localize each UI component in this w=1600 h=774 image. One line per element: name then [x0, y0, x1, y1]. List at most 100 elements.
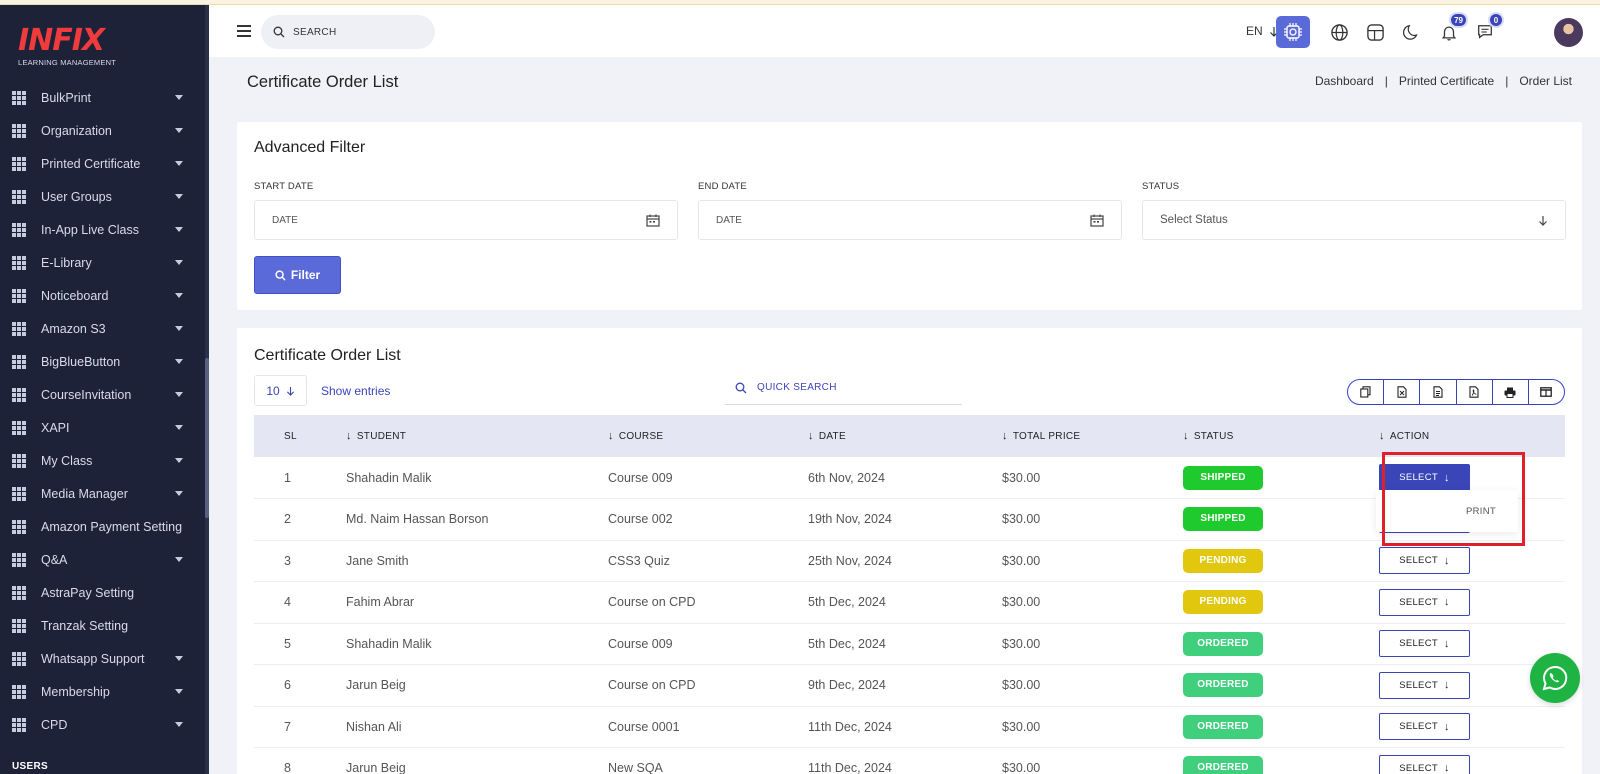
- sidebar-item-my-class[interactable]: My Class: [0, 444, 205, 477]
- arrow-down-icon: ↓: [1443, 637, 1450, 650]
- caret-down-icon: [175, 689, 183, 694]
- sidebar-item-tranzak-setting[interactable]: Tranzak Setting: [0, 609, 205, 642]
- sidebar-item-whatsapp-support[interactable]: Whatsapp Support: [0, 642, 205, 675]
- action-select-button[interactable]: SELECT ↓: [1379, 588, 1470, 616]
- cell-course: New SQA: [608, 761, 663, 774]
- cell-date: 6th Nov, 2024: [808, 470, 885, 485]
- breadcrumb-separator: |: [1505, 74, 1509, 88]
- header-search[interactable]: [261, 15, 435, 49]
- status-badge: ORDERED: [1183, 756, 1263, 774]
- column-header-status[interactable]: ↓ STATUS: [1183, 415, 1379, 457]
- ai-chip-button[interactable]: [1276, 16, 1310, 48]
- sidebar-item-noticeboard[interactable]: Noticeboard: [0, 279, 205, 312]
- action-select-label: SELECT: [1399, 762, 1438, 774]
- excel-icon: [1397, 386, 1407, 398]
- menu-toggle-icon[interactable]: [237, 25, 251, 37]
- grid-icon: [12, 585, 28, 600]
- breadcrumb-order-list[interactable]: Order List: [1519, 74, 1572, 88]
- notifications-badge: 79: [1449, 12, 1468, 28]
- cell-course: Course on CPD: [608, 595, 696, 610]
- breadcrumb-dashboard[interactable]: Dashboard: [1315, 74, 1374, 88]
- sidebar-item-in-app-live-class[interactable]: In-App Live Class: [0, 213, 205, 246]
- cell-course: Course 009: [608, 636, 673, 651]
- column-header-sl[interactable]: SL: [254, 415, 346, 457]
- start-date-field[interactable]: DATE: [254, 200, 678, 240]
- sidebar-item-e-library[interactable]: E-Library: [0, 246, 205, 279]
- filter-button[interactable]: Filter: [254, 256, 341, 294]
- sidebar-item-label: Whatsapp Support: [41, 651, 145, 666]
- sidebar-scrollbar[interactable]: [205, 5, 209, 774]
- orders-table: SL ↓ STUDENT ↓ COURSE ↓ DATE ↓ TOTAL PRICE ↓…: [254, 415, 1565, 774]
- csv-button[interactable]: [1420, 380, 1457, 404]
- columns-button[interactable]: [1529, 380, 1564, 404]
- user-avatar[interactable]: [1554, 18, 1583, 47]
- sidebar-item-courseinvitation[interactable]: CourseInvitation: [0, 378, 205, 411]
- breadcrumb-printed-certificate[interactable]: Printed Certificate: [1399, 74, 1494, 88]
- notifications-button[interactable]: 79: [1432, 12, 1468, 48]
- sidebar-item-label: My Class: [41, 453, 93, 468]
- cell-course: Course 009: [608, 470, 673, 485]
- sidebar-item-q-a[interactable]: Q&A: [0, 543, 205, 576]
- column-header-date[interactable]: ↓ DATE: [808, 415, 1002, 457]
- whatsapp-support-button[interactable]: [1530, 653, 1580, 703]
- breadcrumb: Dashboard | Printed Certificate | Order …: [1315, 74, 1572, 88]
- status-select[interactable]: Select Status: [1142, 200, 1566, 240]
- quick-search[interactable]: QUICK SEARCH: [725, 371, 962, 405]
- sidebar-item-bulkprint[interactable]: BulkPrint: [0, 81, 205, 114]
- action-select-button[interactable]: SELECT ↓: [1379, 547, 1470, 575]
- status-badge: SHIPPED: [1183, 465, 1263, 490]
- column-header-total-price[interactable]: ↓ TOTAL PRICE: [1002, 415, 1183, 457]
- action-select-button[interactable]: SELECT ↓: [1379, 671, 1470, 699]
- sidebar-menu: BulkPrint Organization Printed Certificate…: [0, 81, 205, 741]
- language-selector[interactable]: EN: [1246, 24, 1279, 38]
- caret-down-icon: [175, 656, 183, 661]
- cell-status: ORDERED: [1183, 665, 1379, 707]
- sidebar-scrollbar-thumb[interactable]: [205, 358, 209, 518]
- search-icon: [735, 382, 747, 393]
- sidebar-item-user-groups[interactable]: User Groups: [0, 180, 205, 213]
- sidebar-item-organization[interactable]: Organization: [0, 114, 205, 147]
- calendar-icon[interactable]: [1090, 214, 1104, 227]
- grid-icon: [12, 387, 28, 402]
- column-header-action[interactable]: ↓ ACTION: [1379, 415, 1565, 457]
- end-date-placeholder: DATE: [716, 214, 742, 226]
- action-select-button[interactable]: SELECT ↓: [1379, 754, 1470, 774]
- sidebar-item-cpd[interactable]: CPD: [0, 708, 205, 741]
- action-select-button[interactable]: SELECT ↓: [1379, 630, 1470, 658]
- logo-mark: INFIX: [18, 23, 105, 58]
- page-size-select[interactable]: 10: [254, 375, 307, 406]
- logo[interactable]: INFIX LEARNING MANAGEMENT: [18, 25, 128, 71]
- table-header-row: SL ↓ STUDENT ↓ COURSE ↓ DATE ↓ TOTAL PRICE ↓…: [254, 415, 1565, 457]
- sidebar-item-amazon-s3[interactable]: Amazon S3: [0, 312, 205, 345]
- website-button[interactable]: [1322, 16, 1356, 48]
- status-badge: ORDERED: [1183, 673, 1263, 698]
- sidebar-item-membership[interactable]: Membership: [0, 675, 205, 708]
- sidebar-item-media-manager[interactable]: Media Manager: [0, 477, 205, 510]
- cell-total-price: $30.00: [1002, 636, 1041, 651]
- sidebar-item-printed-certificate[interactable]: Printed Certificate: [0, 147, 205, 180]
- copy-button[interactable]: [1348, 380, 1385, 404]
- end-date-field[interactable]: DATE: [698, 200, 1122, 240]
- sidebar-item-bigbluebutton[interactable]: BigBlueButton: [0, 345, 205, 378]
- filter-button-label: Filter: [290, 268, 321, 282]
- print-button[interactable]: [1493, 380, 1529, 404]
- sidebar-item-xapi[interactable]: XAPI: [0, 411, 205, 444]
- dark-mode-button[interactable]: [1395, 16, 1429, 48]
- sidebar-item-astrapay-setting[interactable]: AstraPay Setting: [0, 576, 205, 609]
- messages-button[interactable]: 0: [1468, 12, 1504, 48]
- layout-button[interactable]: [1358, 16, 1392, 48]
- sidebar-item-amazon-payment-setting[interactable]: Amazon Payment Setting: [0, 510, 205, 543]
- search-input[interactable]: [293, 26, 413, 38]
- column-header-student[interactable]: ↓ STUDENT: [346, 415, 608, 457]
- excel-button[interactable]: [1384, 380, 1421, 404]
- column-header-label: ACTION: [1389, 431, 1430, 442]
- column-header-course[interactable]: ↓ COURSE: [608, 415, 808, 457]
- sidebar-item-label: CourseInvitation: [41, 387, 132, 402]
- cell-total-price: $30.00: [1002, 512, 1041, 527]
- action-select-button[interactable]: SELECT ↓: [1379, 713, 1470, 741]
- breadcrumb-separator: |: [1384, 74, 1388, 88]
- pdf-button[interactable]: [1457, 380, 1493, 404]
- sidebar-item-label: Amazon S3: [41, 321, 106, 336]
- calendar-icon[interactable]: [646, 214, 660, 227]
- cell-date: 25th Nov, 2024: [808, 553, 892, 568]
